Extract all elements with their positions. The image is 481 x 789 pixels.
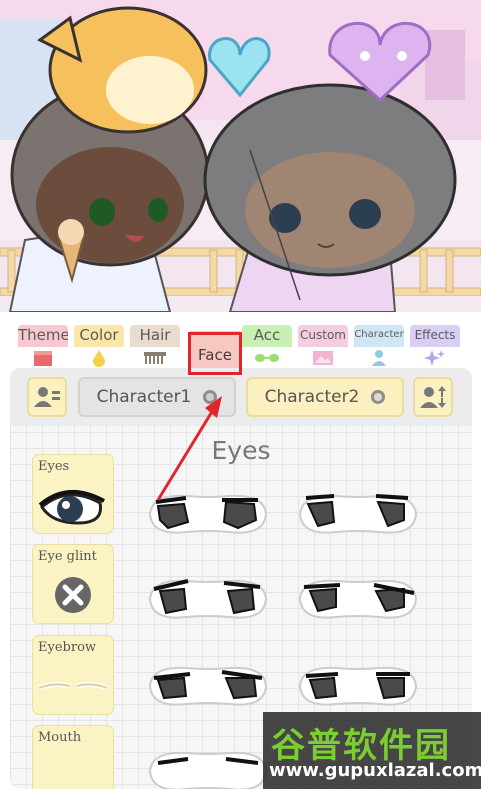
feature-eyes-label: Eyes xyxy=(38,459,70,474)
character1-button[interactable]: Character1 xyxy=(78,377,236,417)
category-tab-bar: Theme Color Hair Face Acc Custom Charact… xyxy=(0,318,481,372)
eye-preview-icon xyxy=(33,477,113,533)
eye-option[interactable] xyxy=(296,658,420,714)
tab-character[interactable]: Character xyxy=(354,325,404,371)
feature-eyebrow-button[interactable]: Eyebrow xyxy=(32,635,114,715)
tab-theme[interactable]: Theme xyxy=(18,325,68,371)
eye-option[interactable] xyxy=(146,571,270,627)
droplet-icon xyxy=(74,347,124,369)
glasses-icon xyxy=(242,347,292,369)
tab-effects[interactable]: Effects xyxy=(410,325,460,371)
unselected-dot-icon xyxy=(371,390,386,404)
eyebrow-preview-icon xyxy=(33,658,113,714)
swap-character-button[interactable] xyxy=(413,377,453,417)
eye-option[interactable] xyxy=(296,571,420,627)
person-swap-icon xyxy=(420,386,446,408)
tab-hair[interactable]: Hair xyxy=(130,325,180,371)
watermark: 谷普软件园 www.gupuxlazal.com xyxy=(263,712,481,789)
tab-custom-label: Custom xyxy=(300,328,346,342)
clapperboard-icon xyxy=(18,347,68,369)
none-x-icon xyxy=(33,567,113,623)
feature-eye-glint-button[interactable]: Eye glint xyxy=(32,544,114,624)
image-icon xyxy=(298,347,348,369)
feature-mouth-button[interactable]: Mouth xyxy=(32,725,114,789)
feature-eye-glint-label: Eye glint xyxy=(38,549,97,564)
comb-icon xyxy=(130,347,180,369)
person-icon xyxy=(354,347,404,369)
tab-acc[interactable]: Acc xyxy=(242,325,292,371)
tab-effects-label: Effects xyxy=(414,328,456,342)
tab-acc-label: Acc xyxy=(253,326,281,344)
tab-color[interactable]: Color xyxy=(74,325,124,371)
feature-eyes-button[interactable]: Eyes xyxy=(32,454,114,534)
eye-option[interactable] xyxy=(146,486,270,542)
eye-option[interactable] xyxy=(146,743,270,789)
tab-custom[interactable]: Custom xyxy=(298,325,348,371)
selected-dot-icon xyxy=(203,390,218,404)
character1-label: Character1 xyxy=(96,387,192,407)
tab-hair-label: Hair xyxy=(139,326,171,344)
character2-button[interactable]: Character2 xyxy=(246,377,404,417)
eye-option[interactable] xyxy=(146,658,270,714)
watermark-url: www.gupuxlazal.com xyxy=(269,760,481,781)
eye-option[interactable] xyxy=(296,486,420,542)
feature-mouth-label: Mouth xyxy=(38,730,82,745)
tab-face[interactable]: Face xyxy=(190,331,240,372)
tab-color-label: Color xyxy=(79,326,119,344)
character-preview-scene xyxy=(0,0,481,312)
sparkle-icon xyxy=(410,347,460,369)
people-icon xyxy=(34,387,60,407)
tab-character-label: Character xyxy=(354,329,404,340)
tab-theme-label: Theme xyxy=(18,326,68,344)
character2-label: Character2 xyxy=(264,387,360,407)
feature-eyebrow-label: Eyebrow xyxy=(38,640,97,655)
tab-face-label: Face xyxy=(198,346,232,364)
character-list-button[interactable] xyxy=(27,377,67,417)
character-select-bar: Character1 Character2 xyxy=(10,368,472,426)
